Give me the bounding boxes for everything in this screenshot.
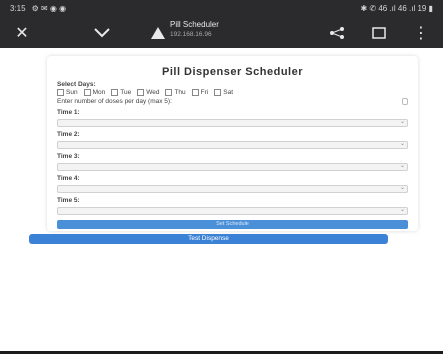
checkbox[interactable] (191, 89, 199, 96)
time-2-label: Time 2: (57, 131, 80, 138)
checkbox[interactable] (165, 89, 173, 96)
page-title-area: Pill Scheduler 192.168.16.96 (170, 20, 300, 38)
day-thu[interactable]: Thu (165, 89, 186, 96)
scheduler-card: Pill Dispenser Scheduler Select Days: Su… (47, 56, 418, 231)
time-4-label: Time 4: (57, 175, 80, 182)
time-1-label: Time 1: (57, 109, 80, 116)
checkbox[interactable] (111, 89, 119, 96)
share-icon[interactable] (319, 17, 355, 48)
notification-icons: ⚙ ✉ ◉ ◉ (31, 4, 67, 13)
day-fri[interactable]: Fri (191, 89, 208, 96)
chevron-down-icon: ⌄ (399, 119, 405, 125)
time-3-label: Time 3: (57, 153, 80, 160)
chevron-down-icon: ⌄ (399, 207, 405, 213)
day-sat[interactable]: Sat (214, 89, 233, 96)
day-wed[interactable]: Wed (137, 89, 159, 96)
time-3-group: Time 3: ⌄ (57, 153, 408, 171)
chevron-down-icon: ⌄ (399, 185, 405, 191)
chevron-down-icon[interactable] (84, 17, 120, 48)
clock: 3:15 (10, 4, 26, 13)
chevron-down-icon: ⌄ (399, 163, 405, 169)
checkbox[interactable] (57, 89, 64, 96)
time-2-select[interactable]: ⌄ (57, 141, 408, 149)
status-icons: ✱ ✆ 46 .ıl 46 .ıl 19 ▮ (360, 4, 433, 13)
page-url: 192.168.16.96 (170, 31, 212, 38)
time-3-select[interactable]: ⌄ (57, 163, 408, 171)
set-schedule-button[interactable]: Set Schedule (57, 220, 408, 229)
day-checkboxes: Sun Mon Tue Wed Thu Fri Sat (57, 89, 408, 96)
checkbox[interactable] (214, 89, 222, 96)
day-tue[interactable]: Tue (111, 89, 131, 96)
day-sun[interactable]: Sun (57, 89, 78, 96)
time-2-group: Time 2: ⌄ (57, 131, 408, 149)
time-4-group: Time 4: ⌄ (57, 175, 408, 193)
dose-count-label: Enter number of doses per day (max 5): (57, 98, 172, 105)
time-5-select[interactable]: ⌄ (57, 207, 408, 215)
time-5-label: Time 5: (57, 197, 80, 204)
test-dispense-button[interactable]: Test Dispense (29, 234, 388, 244)
time-4-select[interactable]: ⌄ (57, 185, 408, 193)
time-1-group: Time 1: ⌄ (57, 109, 408, 127)
dose-count-row: Enter number of doses per day (max 5): (57, 98, 408, 105)
checkbox[interactable] (137, 89, 145, 96)
dose-count-input[interactable] (402, 98, 408, 105)
scheduler-title: Pill Dispenser Scheduler (162, 66, 303, 78)
tab-switcher-icon[interactable] (361, 17, 397, 48)
close-icon[interactable]: ✕ (4, 17, 40, 48)
time-5-group: Time 5: ⌄ (57, 197, 408, 215)
select-days-label: Select Days: (57, 81, 96, 88)
page-content: Pill Dispenser Scheduler Select Days: Su… (0, 48, 443, 354)
browser-toolbar: ✕ Pill Scheduler 192.168.16.96 ⋮ (0, 17, 443, 48)
page-title: Pill Scheduler (170, 20, 219, 29)
day-mon[interactable]: Mon (83, 89, 105, 96)
status-bar: 3:15 ⚙ ✉ ◉ ◉ ✱ ✆ 46 .ıl 46 .ıl 19 ▮ (0, 0, 443, 17)
more-menu-icon[interactable]: ⋮ (403, 17, 439, 48)
checkbox[interactable] (83, 89, 91, 96)
chevron-down-icon: ⌄ (399, 141, 405, 147)
time-1-select[interactable]: ⌄ (57, 119, 408, 127)
